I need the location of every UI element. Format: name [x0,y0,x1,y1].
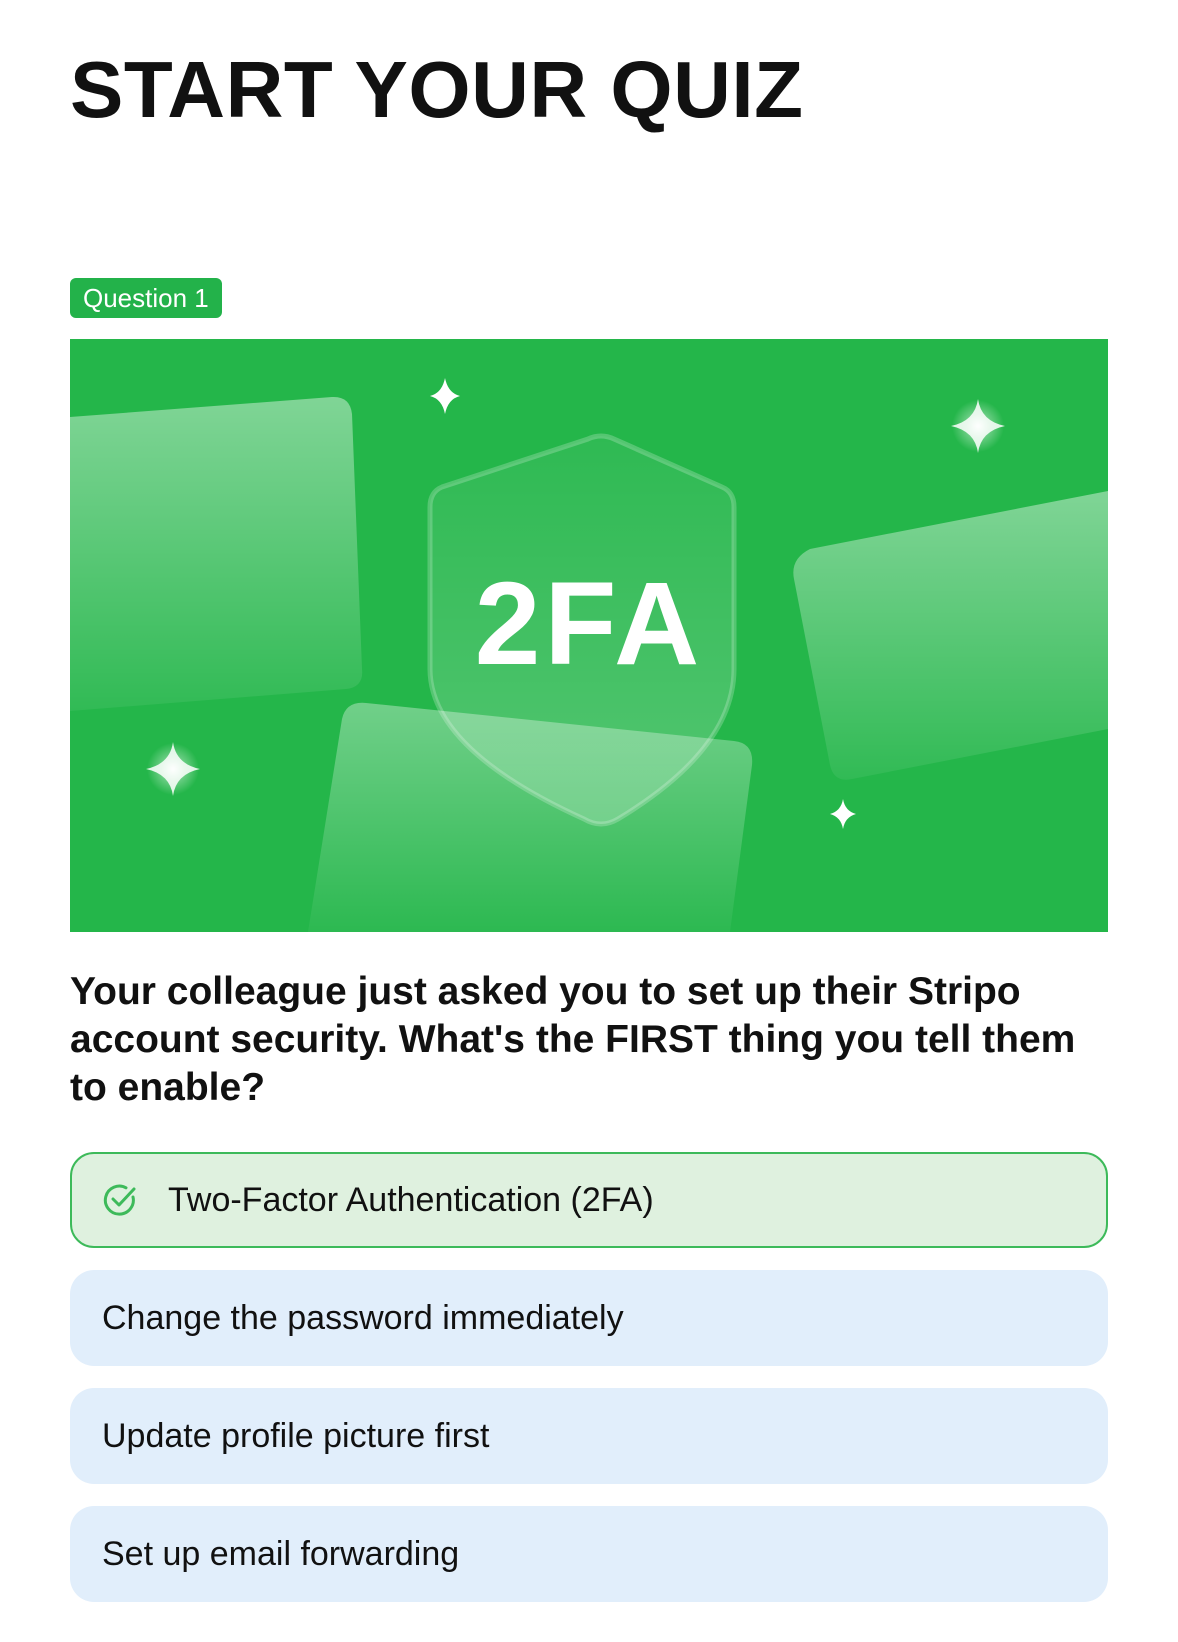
hero-label: 2FA [474,558,704,690]
answer-option[interactable]: Update profile picture first [70,1388,1108,1484]
answer-option[interactable]: Change the password immediately [70,1270,1108,1366]
check-circle-icon [103,1184,136,1216]
page-title: START YOUR QUIZ [70,45,804,134]
question-text: Your colleague just asked you to set up … [70,970,1076,1109]
answer-option-label: Two-Factor Authentication (2FA) [168,1180,654,1219]
answer-option-label: Update profile picture first [102,1416,490,1455]
answer-option-label: Change the password immediately [102,1298,624,1337]
question-number-badge: Question 1 [70,278,222,318]
answer-option[interactable]: Set up email forwarding [70,1506,1108,1602]
hero-label-container: 2FA [70,339,1108,932]
question-hero-image: 2FA [70,339,1108,932]
answer-option-label: Set up email forwarding [102,1534,460,1573]
answer-option-correct[interactable]: Two-Factor Authentication (2FA) [70,1152,1108,1248]
answer-list: Two-Factor Authentication (2FA) Change t… [70,1152,1108,1624]
